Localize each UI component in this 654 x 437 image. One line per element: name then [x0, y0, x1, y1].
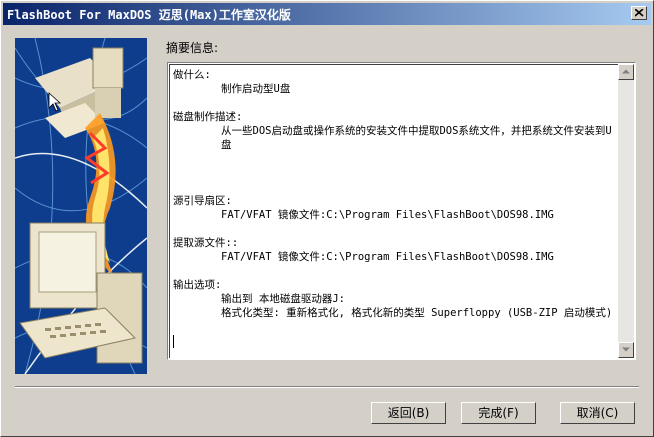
- summary-line: [173, 96, 616, 110]
- cancel-button[interactable]: 取消(C): [560, 402, 635, 424]
- close-button[interactable]: [631, 6, 647, 20]
- summary-content: 做什么: 制作启动型U盘磁盘制作描述: 从一些DOS启动盘或操作系统的安装文件中提取…: [173, 68, 616, 348]
- separator: [15, 386, 639, 388]
- summary-textbox[interactable]: 做什么: 制作启动型U盘磁盘制作描述: 从一些DOS启动盘或操作系统的安装文件中提取…: [167, 62, 636, 360]
- close-icon: [635, 9, 644, 17]
- wizard-illustration: [15, 38, 147, 374]
- summary-label: 摘要信息:: [166, 41, 219, 55]
- summary-line: 磁盘制作描述:: [173, 111, 243, 123]
- scroll-down-arrow-icon: [622, 347, 630, 352]
- summary-line: 源引导扇区:: [173, 195, 232, 207]
- summary-line: 提取源文件::: [173, 237, 239, 249]
- summary-line: 从一些DOS启动盘或操作系统的安装文件中提取DOS系统文件，并把系统文件安装到U…: [221, 125, 612, 151]
- summary-line: [173, 180, 616, 194]
- summary-line: FAT/VFAT 镜像文件:C:\Program Files\FlashBoot…: [221, 209, 554, 221]
- summary-line: 做什么:: [173, 69, 211, 81]
- summary-line: 输出到 本地磁盘驱动器J:: [221, 293, 345, 305]
- summary-line: [173, 222, 616, 236]
- summary-line: 格式化类型: 重新格式化, 格式化新的类型 Superfloppy (USB-Z…: [221, 307, 613, 319]
- window-title: FlashBoot For MaxDOS 迈思(Max)工作室汉化版: [7, 8, 291, 22]
- scroll-up-arrow-icon: [622, 69, 630, 74]
- back-button[interactable]: 返回(B): [371, 402, 446, 424]
- summary-line: [173, 152, 616, 166]
- vertical-scrollbar[interactable]: [618, 64, 634, 358]
- summary-line: [173, 264, 616, 278]
- finish-button[interactable]: 完成(F): [461, 402, 536, 424]
- title-bar[interactable]: FlashBoot For MaxDOS 迈思(Max)工作室汉化版: [3, 3, 651, 25]
- wizard-window: FlashBoot For MaxDOS 迈思(Max)工作室汉化版 摘要信息:…: [0, 0, 654, 437]
- summary-line: 输出选项:: [173, 279, 222, 291]
- summary-line: FAT/VFAT 镜像文件:C:\Program Files\FlashBoot…: [221, 251, 554, 263]
- scroll-down-button[interactable]: [618, 342, 634, 358]
- scroll-up-button[interactable]: [618, 64, 634, 80]
- summary-line: 制作启动型U盘: [221, 83, 291, 95]
- text-caret-line: [173, 334, 616, 348]
- text-caret: [173, 334, 174, 348]
- summary-line: [173, 166, 616, 180]
